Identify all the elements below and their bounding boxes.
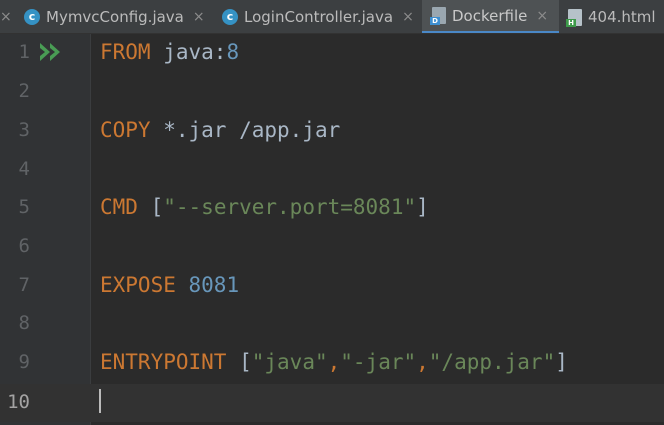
keyword-entrypoint: ENTRYPOINT (100, 350, 227, 374)
tab-label: MymvcConfig.java (46, 8, 184, 26)
line-number: 2 (18, 80, 30, 102)
code-line-1: FROM java:8 (100, 37, 239, 67)
java-class-icon: c (222, 9, 238, 25)
tab-close-icon[interactable]: × (536, 9, 548, 23)
tab-label: LoginController.java (244, 8, 394, 26)
line-number: 4 (18, 158, 30, 180)
code-line-3: COPY *.jar /app.jar (100, 115, 340, 145)
line-number: 6 (18, 235, 30, 257)
keyword-from: FROM (100, 40, 151, 64)
html-file-icon: H (566, 8, 582, 27)
image-name: java: (163, 40, 227, 64)
code-line-9: ENTRYPOINT ["java","-jar","/app.jar"] (100, 347, 568, 377)
text-caret (99, 389, 101, 413)
comma-separator: , (416, 350, 429, 374)
bracket-open: [ (150, 195, 164, 219)
keyword-cmd: CMD (100, 195, 138, 219)
tab-mymvcconfig-java[interactable]: c MymvcConfig.java × (24, 0, 205, 33)
bracket-open: [ (239, 350, 252, 374)
java-class-icon: c (24, 9, 40, 25)
cmd-arg: "--server.port=8081" (163, 195, 417, 219)
entrypoint-arg-3: "/app.jar" (428, 350, 556, 374)
dockerfile-icon: D (430, 7, 446, 25)
expose-port: 8081 (188, 273, 240, 297)
tab-label: 404.html (588, 8, 656, 26)
ide-editor-window: × c MymvcConfig.java × c LoginController… (0, 0, 664, 425)
line-number: 5 (18, 196, 30, 218)
run-double-arrow-icon[interactable] (39, 42, 63, 62)
bracket-close: ] (555, 350, 568, 374)
line-number: 8 (18, 312, 30, 334)
bracket-close: ] (416, 195, 429, 219)
editor-tab-bar: × c MymvcConfig.java × c LoginController… (0, 0, 664, 34)
line-number: 7 (18, 274, 30, 296)
tab-close-icon[interactable]: × (402, 10, 414, 24)
tab-404-html[interactable]: H 404.html (566, 0, 656, 33)
line-number: 9 (18, 351, 30, 373)
tab-close-icon[interactable]: × (193, 10, 205, 24)
tab-dockerfile[interactable]: D Dockerfile × (422, 0, 559, 33)
tab-logincontroller-java[interactable]: c LoginController.java × (222, 0, 414, 33)
copy-args: *.jar /app.jar (163, 118, 341, 142)
tab-label: Dockerfile (452, 6, 528, 25)
line-number: 3 (18, 119, 30, 141)
tab-close-icon[interactable]: × (0, 9, 12, 25)
keyword-copy: COPY (100, 118, 151, 142)
keyword-expose: EXPOSE (100, 273, 176, 297)
line-number: 1 (18, 41, 30, 63)
line-number-current: 10 (7, 391, 30, 413)
entrypoint-arg-2: "-jar" (340, 350, 417, 374)
code-line-5: CMD ["--server.port=8081"] (100, 192, 429, 222)
comma-separator: , (327, 350, 341, 374)
entrypoint-arg-1: "java" (251, 350, 328, 374)
image-tag: 8 (226, 40, 240, 64)
code-line-7: EXPOSE 8081 (100, 270, 239, 300)
